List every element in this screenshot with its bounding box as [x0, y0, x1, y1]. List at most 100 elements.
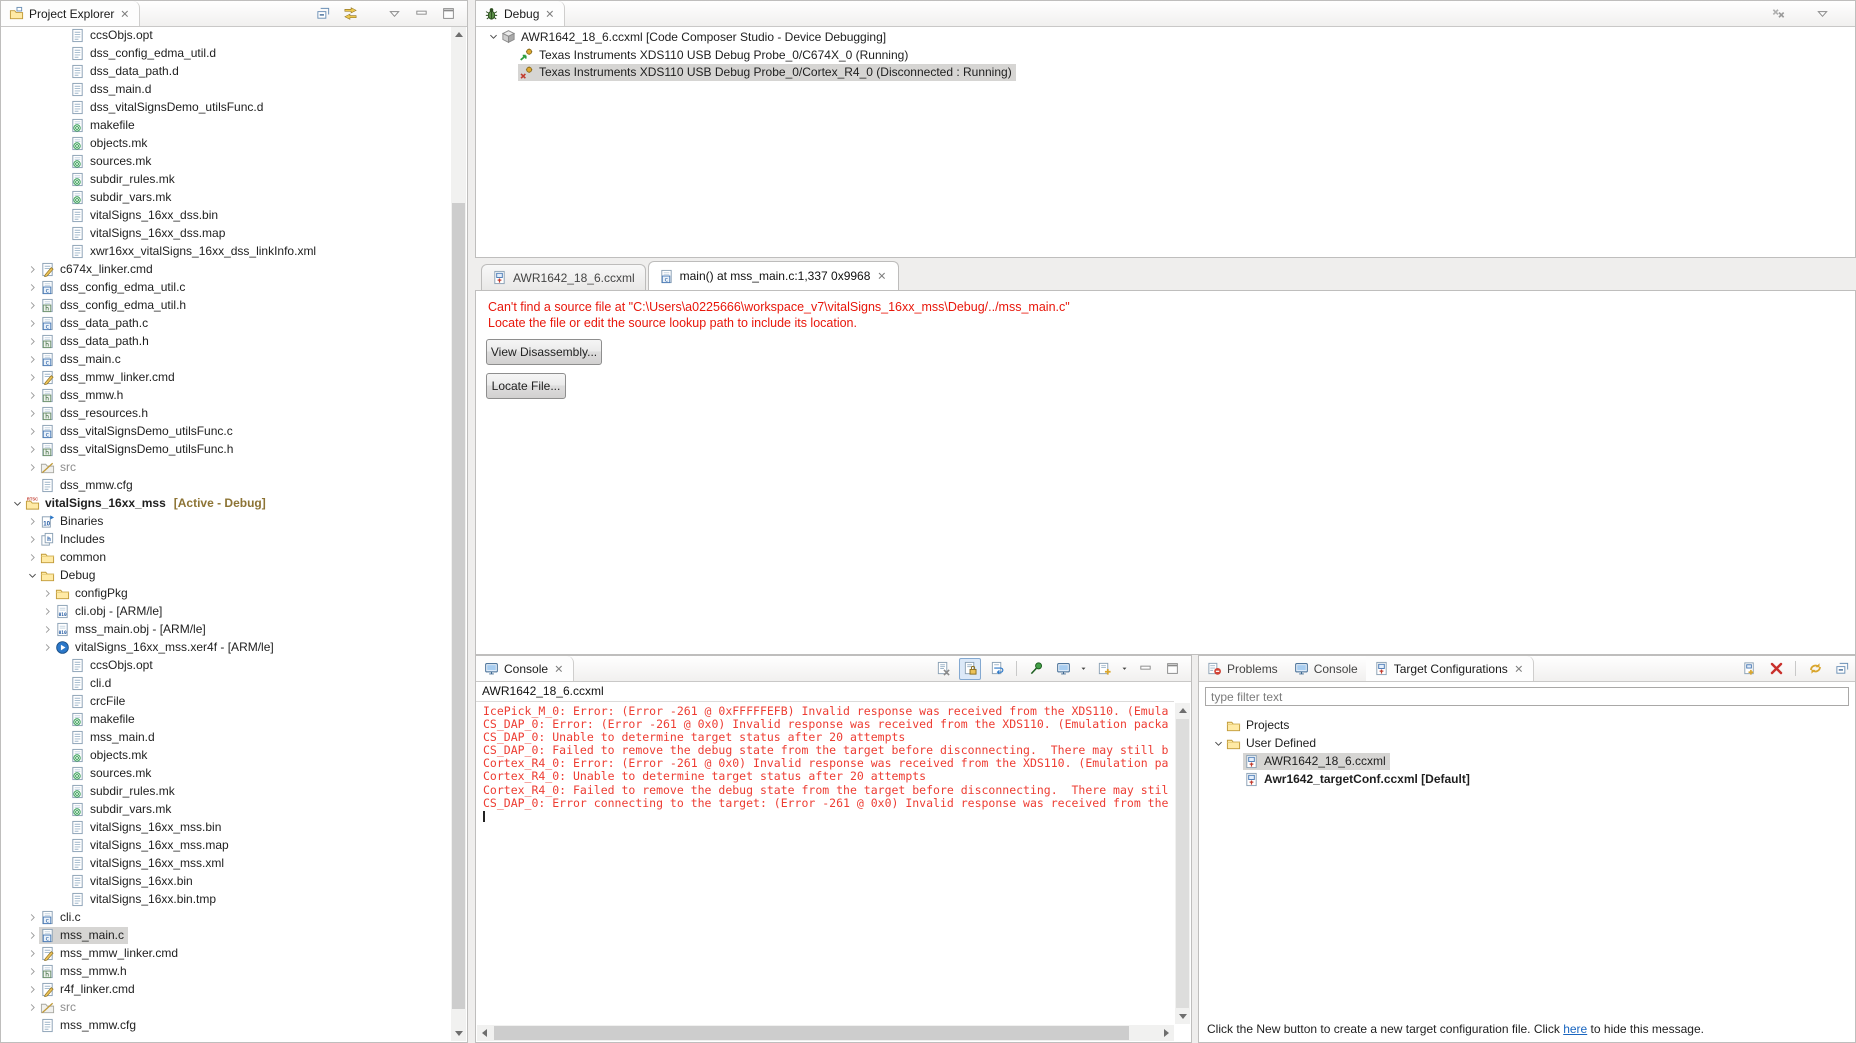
expand-arrow-icon[interactable]	[25, 462, 39, 473]
tree-item[interactable]: c674x_linker.cmd	[1, 260, 451, 278]
tree-item[interactable]: dss_mmw_linker.cmd	[1, 368, 451, 386]
expand-arrow-icon[interactable]	[25, 318, 39, 329]
tree-item[interactable]: vitalSigns_16xx_mss.xer4f - [ARM/le]	[1, 638, 451, 656]
tree-item[interactable]: h Includes	[1, 530, 451, 548]
collapse-all-button[interactable]	[1831, 658, 1853, 680]
minimize-button[interactable]	[1134, 658, 1156, 680]
tab-target-configurations[interactable]: Target Configurations	[1365, 656, 1534, 681]
open-console-button[interactable]	[1093, 658, 1115, 680]
expand-arrow-icon[interactable]	[25, 516, 39, 527]
tree-item[interactable]: vitalSigns_16xx_mss.map	[1, 836, 451, 854]
expand-arrow-icon[interactable]	[25, 1002, 39, 1013]
word-wrap-button[interactable]	[986, 658, 1008, 680]
tree-item[interactable]: src	[1, 998, 451, 1016]
hide-message-link[interactable]: here	[1563, 1022, 1587, 1036]
close-icon[interactable]	[876, 270, 888, 282]
tree-item[interactable]: dss_main.d	[1, 80, 451, 98]
expand-arrow-icon[interactable]	[40, 624, 54, 635]
tree-item[interactable]: dss_mmw.cfg	[1, 476, 451, 494]
tree-item[interactable]: crcFile	[1, 692, 451, 710]
close-icon[interactable]	[1513, 663, 1525, 675]
expand-arrow-icon[interactable]	[40, 588, 54, 599]
tree-item[interactable]: AWR1642_18_6.ccxml [Code Composer Studio…	[476, 28, 1855, 46]
tree-item[interactable]: mss_mmw.cfg	[1, 1016, 451, 1034]
tree-item[interactable]: objects.mk	[1, 134, 451, 152]
expand-arrow-icon[interactable]	[25, 336, 39, 347]
expand-arrow-icon[interactable]	[40, 606, 54, 617]
tree-item[interactable]: dss_config_edma_util.d	[1, 44, 451, 62]
tree-item[interactable]: h dss_data_path.h	[1, 332, 451, 350]
expand-arrow-icon[interactable]	[25, 948, 39, 959]
close-icon[interactable]	[119, 8, 131, 20]
tree-item[interactable]: RTSC vitalSigns_16xx_mss [Active - Debug]	[1, 494, 451, 512]
scroll-left-button[interactable]	[477, 1025, 492, 1040]
tree-item[interactable]: subdir_rules.mk	[1, 170, 451, 188]
tree-item[interactable]: 010 cli.obj - [ARM/le]	[1, 602, 451, 620]
tree-item[interactable]: AWR1642_18_6.ccxml	[1199, 752, 1855, 770]
scroll-lock-button[interactable]	[959, 657, 981, 680]
scrollbar-thumb[interactable]	[452, 203, 465, 1009]
tab-project-explorer[interactable]: Project Explorer	[1, 1, 141, 26]
tree-item[interactable]: 10 Binaries	[1, 512, 451, 530]
scrollbar-thumb[interactable]	[1176, 719, 1189, 1008]
project-explorer-scrollbar[interactable]	[451, 27, 466, 1041]
new-target-button[interactable]	[1738, 658, 1760, 680]
collapse-arrow-icon[interactable]	[1211, 738, 1225, 749]
tree-item[interactable]: subdir_rules.mk	[1, 782, 451, 800]
remove-terminated-button[interactable]	[1767, 3, 1789, 25]
maximize-button[interactable]	[437, 3, 459, 25]
tree-item[interactable]: h dss_vitalSignsDemo_utilsFunc.h	[1, 440, 451, 458]
tree-item[interactable]: common	[1, 548, 451, 566]
link-editor-button[interactable]	[339, 3, 361, 25]
tree-item[interactable]: vitalSigns_16xx_dss.bin	[1, 206, 451, 224]
dropdown-arrow-icon[interactable]	[1120, 664, 1129, 673]
view-disassembly-button[interactable]: View Disassembly...	[486, 339, 602, 365]
tree-item[interactable]: ccsObjs.opt	[1, 26, 451, 44]
tree-item[interactable]: src	[1, 458, 451, 476]
expand-arrow-icon[interactable]	[25, 552, 39, 563]
dropdown-arrow-icon[interactable]	[1079, 664, 1088, 673]
tree-item[interactable]: Texas Instruments XDS110 USB Debug Probe…	[476, 63, 1855, 81]
scroll-right-button[interactable]	[1159, 1025, 1174, 1040]
tree-item[interactable]: h dss_resources.h	[1, 404, 451, 422]
tree-item[interactable]: vitalSigns_16xx.bin.tmp	[1, 890, 451, 908]
tree-item[interactable]: h dss_mmw.h	[1, 386, 451, 404]
expand-arrow-icon[interactable]	[25, 354, 39, 365]
tree-item[interactable]: Projects	[1199, 716, 1855, 734]
tree-item[interactable]: vitalSigns_16xx.bin	[1, 872, 451, 890]
tree-item[interactable]: Texas Instruments XDS110 USB Debug Probe…	[476, 46, 1855, 64]
expand-arrow-icon[interactable]	[25, 300, 39, 311]
tree-item[interactable]: c dss_config_edma_util.c	[1, 278, 451, 296]
tree-item[interactable]: r4f_linker.cmd	[1, 980, 451, 998]
expand-arrow-icon[interactable]	[25, 408, 39, 419]
pin-console-button[interactable]	[1025, 658, 1047, 680]
tree-item[interactable]: makefile	[1, 710, 451, 728]
tab-console-2[interactable]: Console	[1286, 656, 1366, 681]
expand-arrow-icon[interactable]	[25, 372, 39, 383]
tab-console[interactable]: Console	[476, 656, 575, 681]
clear-console-button[interactable]	[932, 658, 954, 680]
tree-item[interactable]: c dss_vitalSignsDemo_utilsFunc.c	[1, 422, 451, 440]
filter-input[interactable]	[1205, 687, 1849, 706]
expand-arrow-icon[interactable]	[25, 984, 39, 995]
tree-item[interactable]: configPkg	[1, 584, 451, 602]
tree-item[interactable]: vitalSigns_16xx_mss.bin	[1, 818, 451, 836]
collapse-arrow-icon[interactable]	[486, 31, 500, 42]
scrollbar-thumb[interactable]	[494, 1026, 1129, 1040]
expand-arrow-icon[interactable]	[25, 264, 39, 275]
console-vscrollbar[interactable]	[1175, 703, 1190, 1024]
expand-arrow-icon[interactable]	[25, 444, 39, 455]
display-console-button[interactable]	[1052, 658, 1074, 680]
tree-item[interactable]: h dss_config_edma_util.h	[1, 296, 451, 314]
locate-file-button[interactable]: Locate File...	[486, 373, 566, 399]
tree-item[interactable]: sources.mk	[1, 764, 451, 782]
console-hscrollbar[interactable]	[477, 1025, 1174, 1041]
tree-item[interactable]: subdir_vars.mk	[1, 800, 451, 818]
tree-item[interactable]: c dss_data_path.c	[1, 314, 451, 332]
collapse-arrow-icon[interactable]	[25, 570, 39, 581]
tree-item[interactable]: c dss_main.c	[1, 350, 451, 368]
tab-debug[interactable]: Debug	[476, 1, 566, 26]
scroll-up-button[interactable]	[1175, 703, 1190, 718]
tree-item[interactable]: User Defined	[1199, 734, 1855, 752]
minimize-button[interactable]	[410, 3, 432, 25]
